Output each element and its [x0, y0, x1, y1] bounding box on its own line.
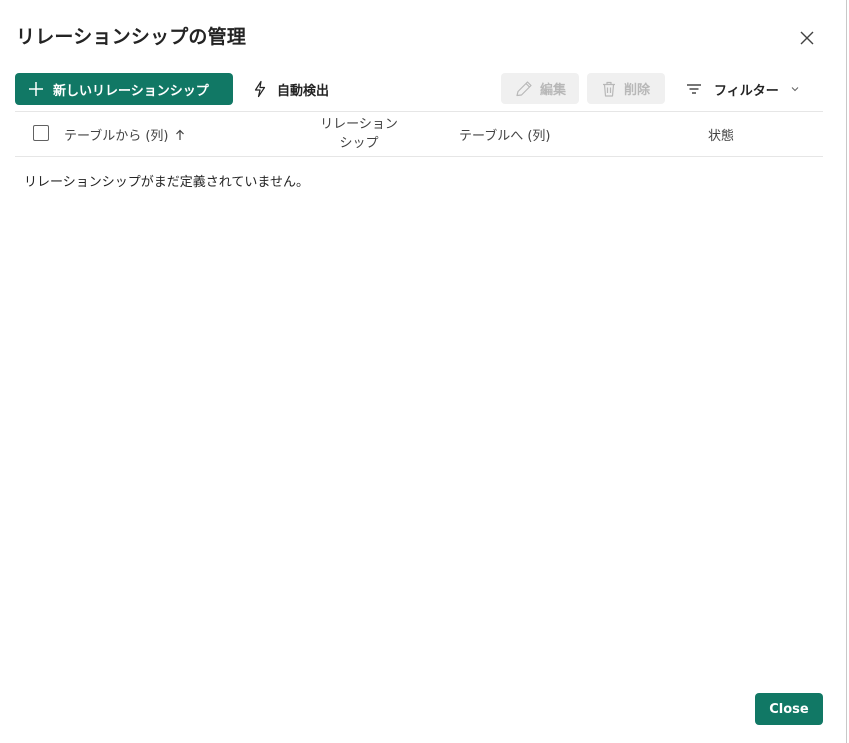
lightning-icon: [254, 80, 266, 98]
filter-icon: [687, 84, 701, 94]
trash-icon: [603, 81, 615, 97]
column-header-from-table[interactable]: テーブルから (列): [64, 125, 185, 144]
chevron-down-icon: [791, 87, 799, 92]
autodetect-button[interactable]: 自動検出: [252, 73, 329, 105]
select-all-checkbox[interactable]: [33, 125, 49, 141]
table-header: テーブルから (列) リレーション シップ テーブルへ (列) 状態: [15, 111, 823, 157]
close-icon[interactable]: [796, 27, 818, 49]
column-header-status: 状態: [708, 129, 735, 144]
delete-label: 削除: [624, 83, 651, 98]
column-header-relationship-line2: シップ: [339, 136, 379, 151]
filter-label: フィルター: [714, 83, 779, 99]
edit-label: 編集: [540, 83, 567, 98]
manage-relationships-dialog: リレーションシップの管理 新しいリレーションシップ 自動検出 編集 削除 フィル…: [0, 0, 838, 743]
filter-button[interactable]: フィルター: [686, 73, 800, 105]
empty-state-message: リレーションシップがまだ定義されていません。: [24, 175, 309, 190]
column-header-relationship: リレーション シップ: [305, 115, 413, 153]
new-relationship-button[interactable]: 新しいリレーションシップ: [15, 73, 233, 105]
close-button[interactable]: Close: [755, 693, 823, 725]
edit-button[interactable]: 編集: [501, 73, 579, 104]
column-header-relationship-line1: リレーション: [320, 117, 398, 132]
arrow-up-icon: [175, 129, 184, 140]
dialog-title: リレーションシップの管理: [16, 26, 247, 48]
column-header-from-table-label: テーブルから (列): [64, 129, 169, 144]
toolbar: 新しいリレーションシップ 自動検出 編集 削除 フィルター: [0, 72, 838, 106]
column-header-to-table[interactable]: テーブルへ (列): [459, 125, 551, 144]
new-relationship-label: 新しいリレーションシップ: [53, 83, 209, 99]
delete-button[interactable]: 削除: [587, 73, 665, 104]
autodetect-label: 自動検出: [277, 83, 330, 99]
pencil-icon: [516, 80, 532, 96]
plus-icon: [29, 82, 43, 96]
